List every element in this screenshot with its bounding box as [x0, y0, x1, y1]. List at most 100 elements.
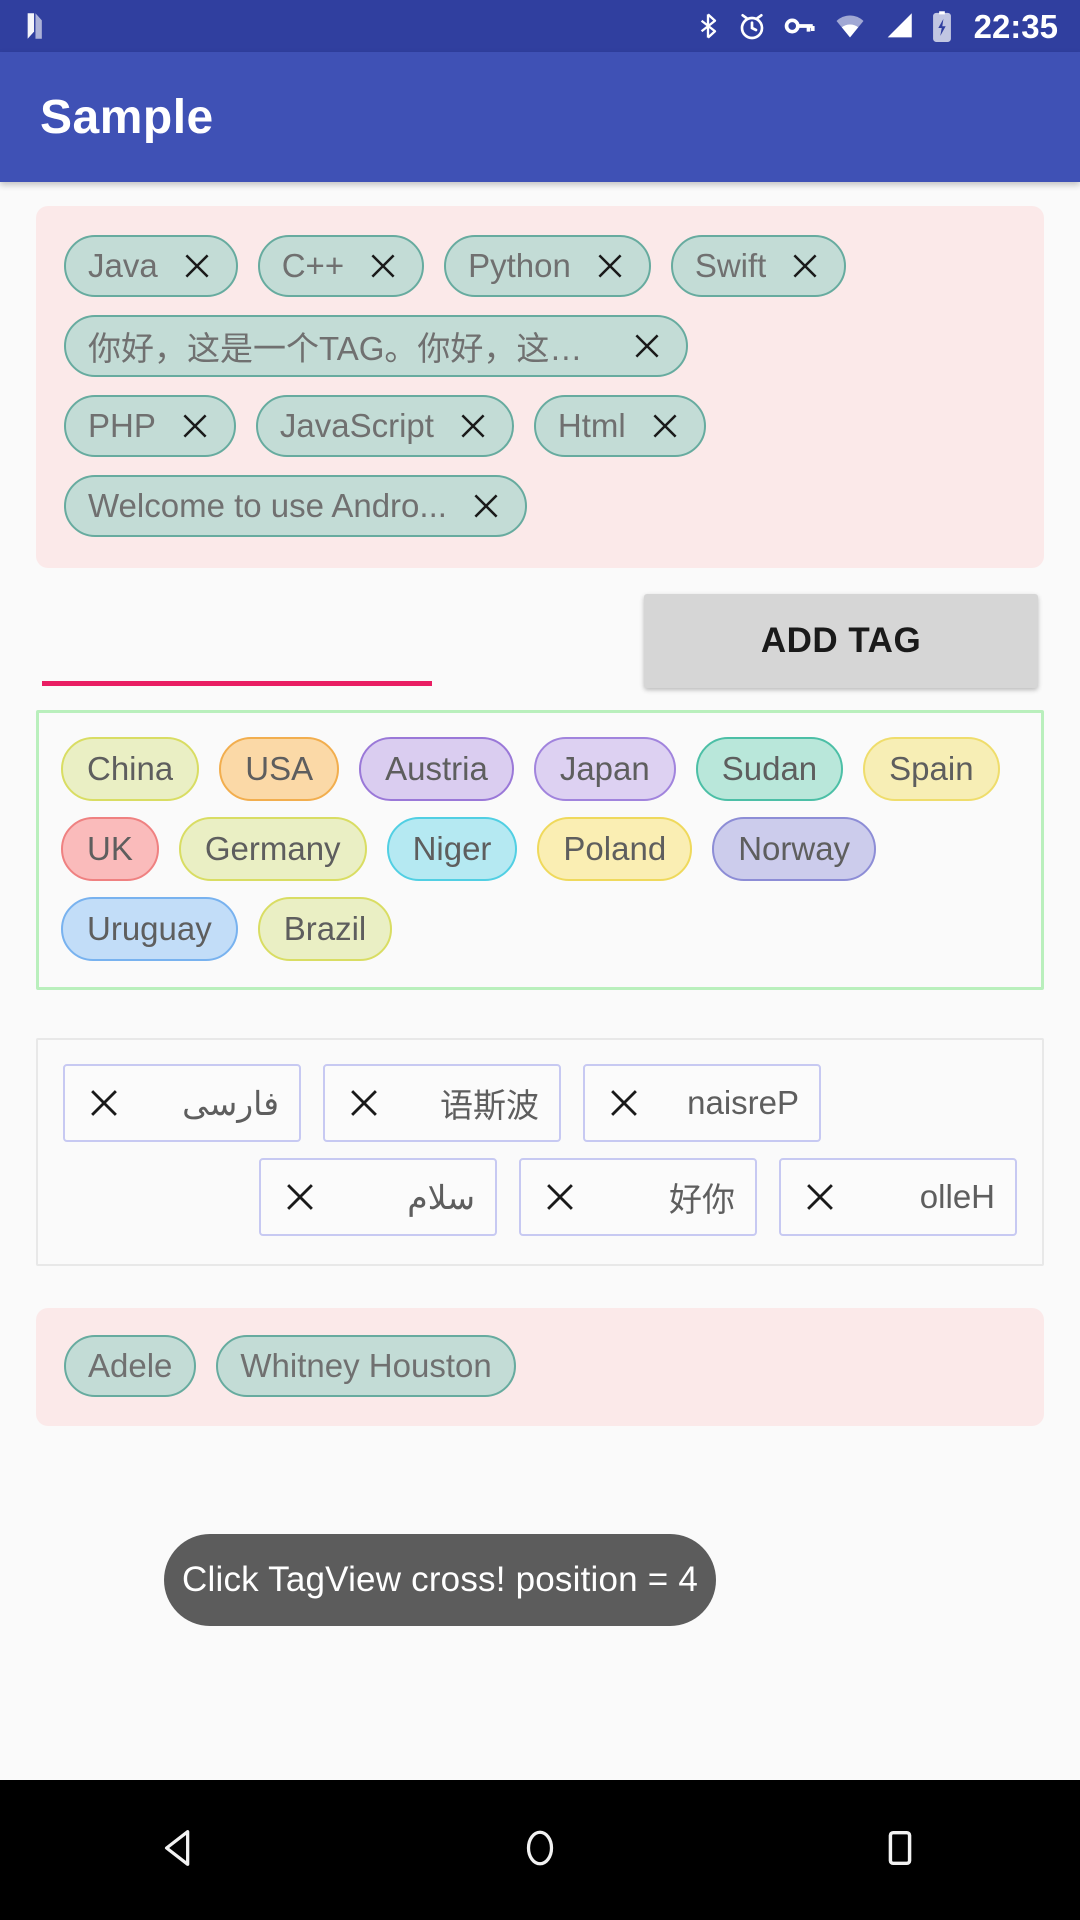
language-tag-row: Java C++ Python Swift: [54, 226, 1026, 306]
close-icon[interactable]: [180, 249, 214, 283]
country-tag-row: China USA Austria Japan Sudan Spain: [51, 729, 1029, 809]
country-tag[interactable]: Brazil: [257, 897, 393, 961]
n-logo-icon: [22, 9, 56, 43]
tag-label: naisreP: [687, 1084, 799, 1121]
close-icon[interactable]: [85, 1084, 123, 1122]
country-tag[interactable]: Niger: [386, 817, 518, 881]
singer-tag[interactable]: Whitney Houston: [216, 1335, 516, 1397]
nav-back-button[interactable]: [90, 1780, 270, 1920]
tag-label: 好你: [669, 1181, 735, 1218]
rtl-tag[interactable]: سلام: [259, 1158, 497, 1236]
recents-square-icon: [877, 1825, 923, 1876]
tag-label: C++: [281, 247, 345, 284]
country-tag-row: UK Germany Niger Poland Norway: [51, 809, 1029, 889]
tag-input[interactable]: [42, 630, 432, 681]
tag-label: Sudan: [721, 750, 818, 787]
close-icon[interactable]: [281, 1178, 319, 1216]
add-tag-button[interactable]: ADD TAG: [644, 594, 1038, 688]
alarm-icon: [736, 9, 768, 43]
close-icon[interactable]: [469, 489, 503, 523]
app-bar: Sample: [0, 52, 1080, 182]
language-tag[interactable]: PHP: [64, 395, 236, 457]
tag-group-singers: Adele Whitney Houston: [36, 1308, 1044, 1426]
tag-label: USA: [245, 750, 314, 787]
tag-label: Java: [88, 247, 158, 284]
country-tag[interactable]: Sudan: [695, 737, 844, 801]
country-tag[interactable]: UK: [61, 817, 159, 881]
nav-home-button[interactable]: [450, 1780, 630, 1920]
home-circle-icon: [517, 1825, 563, 1876]
close-icon[interactable]: [456, 409, 490, 443]
close-icon[interactable]: [648, 409, 682, 443]
tag-label: Japan: [559, 750, 650, 787]
tag-label: سلام: [407, 1178, 475, 1216]
language-tag[interactable]: Html: [533, 395, 706, 457]
country-tag[interactable]: USA: [219, 737, 340, 801]
android-nav-bar: [0, 1780, 1080, 1920]
language-tag[interactable]: Welcome to use Andro...: [64, 475, 527, 537]
close-icon[interactable]: [605, 1084, 643, 1122]
tag-label: Niger: [412, 830, 492, 867]
tag-group-languages: Java C++ Python Swift 你好，这是一个TAG。你好，这是一个TA..…: [36, 206, 1044, 568]
rtl-tag[interactable]: naisreP: [583, 1064, 821, 1142]
language-tag[interactable]: Python: [444, 235, 651, 297]
close-icon[interactable]: [178, 409, 212, 443]
tag-label: Brazil: [283, 910, 367, 947]
tag-label: فارسی: [182, 1084, 279, 1122]
tag-label: Swift: [694, 247, 767, 284]
status-bar: 22:35: [0, 0, 1080, 52]
tag-label: China: [87, 750, 174, 787]
singer-tag[interactable]: Adele: [64, 1335, 197, 1397]
language-tag[interactable]: Swift: [670, 235, 847, 297]
rtl-tag[interactable]: olleH: [779, 1158, 1017, 1236]
signal-icon: [882, 9, 916, 43]
tag-label: Germany: [204, 830, 341, 867]
country-tag[interactable]: Uruguay: [61, 897, 238, 961]
singer-tag-row: Adele Whitney Houston: [54, 1326, 1026, 1406]
rtl-tag-row: فارسی 语斯波 naisreP: [52, 1056, 1028, 1150]
close-icon[interactable]: [788, 249, 822, 283]
close-icon[interactable]: [366, 249, 400, 283]
tag-label: PHP: [88, 407, 156, 444]
add-tag-row: ADD TAG: [36, 586, 1044, 696]
language-tag[interactable]: 你好，这是一个TAG。你好，这是一个TA...: [64, 315, 688, 377]
language-tag-row: 你好，这是一个TAG。你好，这是一个TA...: [54, 306, 1026, 386]
toast-text: Click TagView cross! position = 4: [182, 1560, 698, 1599]
tag-label: Uruguay: [87, 910, 212, 947]
close-icon[interactable]: [541, 1178, 579, 1216]
tag-label: Austria: [385, 750, 488, 787]
status-bar-right: 22:35: [694, 9, 1058, 43]
tag-label: JavaScript: [279, 407, 434, 444]
tag-label: Norway: [738, 830, 851, 867]
nav-recents-button[interactable]: [810, 1780, 990, 1920]
country-tag[interactable]: China: [61, 737, 200, 801]
language-tag[interactable]: JavaScript: [255, 395, 514, 457]
tag-input-underline: [42, 681, 432, 686]
country-tag[interactable]: Spain: [863, 737, 1000, 801]
country-tag[interactable]: Poland: [537, 817, 693, 881]
rtl-tag[interactable]: فارسی: [63, 1064, 301, 1142]
close-icon[interactable]: [801, 1178, 839, 1216]
language-tag[interactable]: Java: [64, 235, 238, 297]
rtl-tag[interactable]: 语斯波: [323, 1064, 561, 1142]
country-tag-row: Uruguay Brazil: [51, 889, 1029, 969]
language-tag-row: PHP JavaScript Html: [54, 386, 1026, 466]
rtl-tag-row: سلام 好你 olleH: [52, 1150, 1028, 1244]
language-tag[interactable]: C++: [257, 235, 425, 297]
vpn-key-icon: [782, 9, 818, 43]
close-icon[interactable]: [630, 329, 664, 363]
close-icon[interactable]: [593, 249, 627, 283]
country-tag[interactable]: Germany: [178, 817, 367, 881]
app-root: 22:35 Sample Java C++ Python Swift 你好，这是一个TA…: [0, 0, 1080, 1920]
language-tag-row: Welcome to use Andro...: [54, 466, 1026, 546]
country-tag[interactable]: Japan: [533, 737, 676, 801]
country-tag[interactable]: Austria: [359, 737, 514, 801]
close-icon[interactable]: [345, 1084, 383, 1122]
rtl-tag[interactable]: 好你: [519, 1158, 757, 1236]
country-tag[interactable]: Norway: [712, 817, 877, 881]
tag-label: Adele: [88, 1347, 173, 1384]
tag-label: 你好，这是一个TAG。你好，这是一个TA...: [88, 330, 608, 367]
battery-charging-icon: [930, 9, 954, 43]
tag-label: Poland: [563, 830, 667, 867]
status-bar-left: [22, 9, 694, 43]
